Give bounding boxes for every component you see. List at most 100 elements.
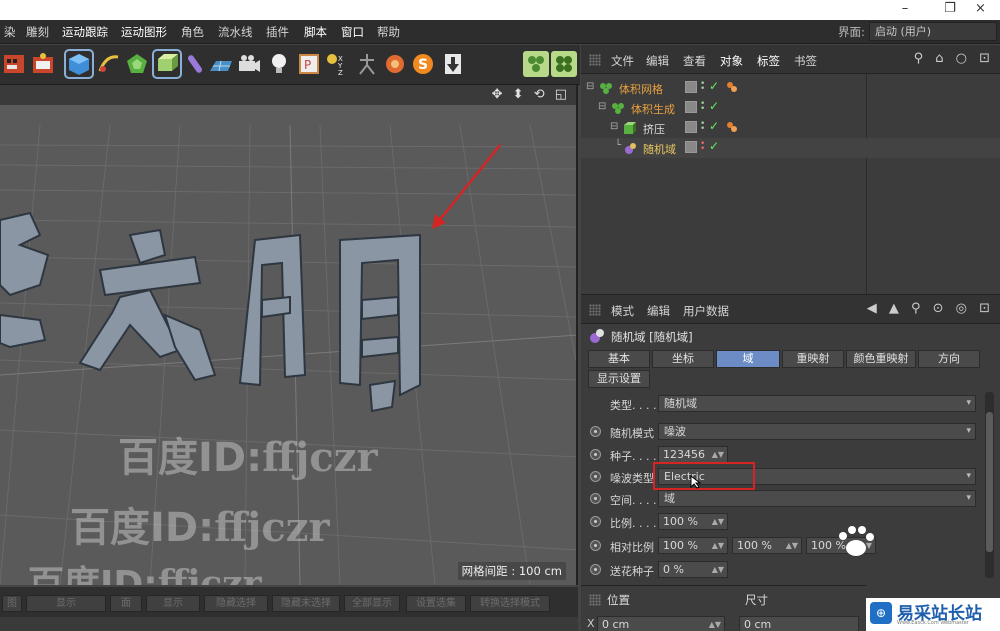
- menu-item-mograph[interactable]: 运动图形: [121, 24, 167, 40]
- grip-icon[interactable]: [589, 304, 601, 316]
- floor-icon[interactable]: [208, 51, 234, 77]
- grip-icon[interactable]: [589, 594, 601, 606]
- layout-select[interactable]: 启动 (用户): [869, 22, 997, 41]
- render-settings-icon[interactable]: [2, 51, 28, 77]
- hide-unselected-button[interactable]: 隐藏未选择: [272, 595, 340, 612]
- animate-radio[interactable]: [590, 516, 601, 527]
- am-menu-mode[interactable]: 模式: [611, 303, 634, 319]
- 3d-viewport[interactable]: ✥ ⬍ ⟲ ◱ 百度ID:ffjczr 百度ID:ffjczr 百度ID:ffj…: [0, 85, 578, 585]
- animate-radio[interactable]: [590, 540, 601, 551]
- tree-row-random-field[interactable]: └ 随机域 • • ✓: [581, 138, 1000, 158]
- tree-row-volume-mesher[interactable]: ⊟ 体积网格 • • ✓: [581, 78, 1000, 98]
- phong-tag-icon[interactable]: [726, 121, 738, 133]
- type-dropdown[interactable]: 随机域: [658, 395, 976, 412]
- deformer-icon[interactable]: [182, 51, 208, 77]
- am-menu-edit[interactable]: 编辑: [647, 303, 670, 319]
- tab-basic[interactable]: 基本: [588, 350, 650, 368]
- om-menu-tags[interactable]: 标签: [757, 53, 780, 69]
- import-icon[interactable]: [440, 51, 466, 77]
- figure-icon[interactable]: [354, 51, 380, 77]
- space-dropdown[interactable]: 域: [658, 490, 976, 507]
- bottom-button[interactable]: 显示: [26, 595, 106, 612]
- menu-item-plugins[interactable]: 插件: [266, 24, 289, 40]
- tree-label: 体积生成: [631, 103, 675, 116]
- am-menu-user-data[interactable]: 用户数据: [683, 303, 729, 319]
- om-menu-view[interactable]: 查看: [683, 53, 706, 69]
- relative-scale-y-input[interactable]: 100 % ▲▼: [732, 537, 802, 554]
- collapse-icon[interactable]: ⊟: [586, 81, 594, 92]
- menu-item-help[interactable]: 帮助: [377, 24, 400, 40]
- menu-item-render[interactable]: 染: [4, 24, 16, 40]
- light-icon[interactable]: [266, 51, 292, 77]
- attribute-scrollbar[interactable]: [985, 392, 994, 578]
- bottom-button[interactable]: 显示: [146, 595, 200, 612]
- menu-item-character[interactable]: 角色: [181, 24, 204, 40]
- s-plugin-icon[interactable]: S: [410, 51, 436, 77]
- xyz-icon[interactable]: XYZ: [324, 51, 350, 77]
- extrude-generator-icon[interactable]: [152, 49, 182, 79]
- tab-color-remap[interactable]: 颜色重映射: [846, 350, 916, 368]
- menu-item-sculpt[interactable]: 雕刻: [26, 24, 49, 40]
- visibility-flags[interactable]: • • ✓: [685, 139, 725, 155]
- volume-builder-icon: [612, 103, 624, 114]
- bottom-button[interactable]: 图: [2, 595, 22, 612]
- animate-radio[interactable]: [590, 493, 601, 504]
- om-menu-file[interactable]: 文件: [611, 53, 634, 69]
- tab-display-settings[interactable]: 显示设置: [588, 370, 650, 388]
- grip-icon[interactable]: [589, 54, 601, 66]
- camera-icon[interactable]: [236, 51, 262, 77]
- tag-icon[interactable]: P: [296, 51, 322, 77]
- size-label: 尺寸: [745, 593, 768, 607]
- menu-item-window[interactable]: 窗口: [341, 24, 364, 40]
- collapse-icon[interactable]: ⊟: [610, 121, 618, 132]
- om-menu-edit[interactable]: 编辑: [646, 53, 669, 69]
- menu-item-motion-tracking[interactable]: 运动跟踪: [62, 24, 108, 40]
- animate-radio[interactable]: [590, 471, 601, 482]
- tree-row-extrude[interactable]: ⊟ 挤压 • • ✓: [581, 118, 1000, 138]
- tab-direction[interactable]: 方向: [918, 350, 980, 368]
- volume-builder-icon[interactable]: [523, 51, 549, 77]
- sparkle-seed-input[interactable]: 0 % ▲▼: [658, 561, 728, 578]
- bottom-button[interactable]: 面: [110, 595, 142, 612]
- phong-tag-icon[interactable]: [726, 81, 738, 93]
- visibility-flags[interactable]: • • ✓: [685, 99, 725, 115]
- cube-icon[interactable]: [64, 49, 94, 79]
- tab-coord[interactable]: 坐标: [652, 350, 714, 368]
- object-manager-header: 文件 编辑 查看 对象 标签 书签 ⚲ ⌂ ○ ⊡: [581, 45, 1000, 74]
- viewport-nav-icons[interactable]: ✥ ⬍ ⟲ ◱: [492, 87, 570, 102]
- render-active-view-icon[interactable]: [30, 51, 56, 77]
- minimize-button[interactable]: –: [885, 0, 925, 20]
- hide-selected-button[interactable]: 隐藏选择: [204, 595, 268, 612]
- convert-selection-button[interactable]: 转换选择模式: [470, 595, 550, 612]
- scale-input[interactable]: 100 % ▲▼: [658, 513, 728, 530]
- scene-icon[interactable]: [382, 51, 408, 77]
- animate-radio[interactable]: [590, 426, 601, 437]
- pen-icon[interactable]: [96, 51, 122, 77]
- relative-scale-x-input[interactable]: 100 % ▲▼: [658, 537, 728, 554]
- menu-item-pipeline[interactable]: 流水线: [218, 24, 253, 40]
- volume-mesher-icon[interactable]: [551, 51, 577, 77]
- seed-input[interactable]: 123456 ▲▼: [658, 446, 728, 463]
- om-menu-objects[interactable]: 对象: [720, 53, 743, 69]
- om-header-icons[interactable]: ⚲ ⌂ ○ ⊡: [914, 51, 994, 66]
- tab-remap[interactable]: 重映射: [782, 350, 844, 368]
- restore-button[interactable]: ❐: [930, 0, 970, 20]
- menu-item-script[interactable]: 脚本: [304, 24, 327, 40]
- size-x-input[interactable]: 0 cm: [739, 616, 859, 631]
- subdivision-icon[interactable]: [124, 51, 150, 77]
- collapse-icon[interactable]: ⊟: [598, 101, 606, 112]
- close-button[interactable]: ×: [975, 0, 1000, 20]
- animate-radio[interactable]: [590, 564, 601, 575]
- tab-field[interactable]: 域: [716, 350, 780, 368]
- tree-row-volume-builder[interactable]: ⊟ 体积生成 • • ✓: [581, 98, 1000, 118]
- animate-radio[interactable]: [590, 449, 601, 460]
- show-all-button[interactable]: 全部显示: [344, 595, 400, 612]
- om-menu-bookmarks[interactable]: 书签: [794, 53, 817, 69]
- random-mode-dropdown[interactable]: 噪波: [658, 423, 976, 440]
- visibility-flags[interactable]: • • ✓: [685, 119, 725, 135]
- param-label: 随机模式: [610, 427, 654, 440]
- set-selection-button[interactable]: 设置选集: [406, 595, 466, 612]
- position-x-input[interactable]: 0 cm ▲▼: [597, 616, 725, 631]
- visibility-flags[interactable]: • • ✓: [685, 79, 725, 95]
- am-header-icons[interactable]: ◀ ▲ ⚲ ⊙ ◎ ⊡: [867, 301, 994, 316]
